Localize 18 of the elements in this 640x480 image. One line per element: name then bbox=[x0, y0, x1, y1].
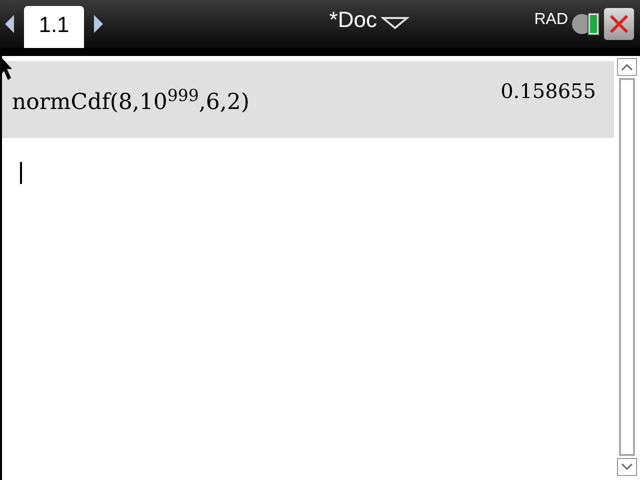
math-expression: normCdf(8,10$^{999}$,6,2) bbox=[12, 86, 250, 117]
right-arrow-icon[interactable] bbox=[92, 14, 104, 34]
page-tab[interactable]: 1.1 bbox=[24, 6, 84, 48]
angle-mode-label: RAD bbox=[534, 10, 568, 30]
close-icon bbox=[609, 14, 629, 34]
caret-down-icon bbox=[621, 463, 633, 471]
scroll-down-button[interactable] bbox=[617, 458, 637, 476]
dropdown-icon[interactable] bbox=[380, 16, 409, 30]
history-entry[interactable]: normCdf(8,10$^{999}$,6,2) 0.158655 bbox=[2, 61, 614, 138]
result-value: 0.158655 bbox=[500, 78, 596, 104]
gear-battery-icon[interactable] bbox=[570, 10, 602, 38]
close-button[interactable] bbox=[604, 8, 634, 40]
left-arrow-icon[interactable] bbox=[4, 14, 16, 34]
text-cursor bbox=[20, 162, 22, 184]
scrollbar-track[interactable] bbox=[619, 78, 635, 456]
caret-up-icon bbox=[621, 63, 633, 71]
scroll-up-button[interactable] bbox=[617, 58, 637, 76]
document-title[interactable]: *Doc bbox=[329, 3, 377, 36]
